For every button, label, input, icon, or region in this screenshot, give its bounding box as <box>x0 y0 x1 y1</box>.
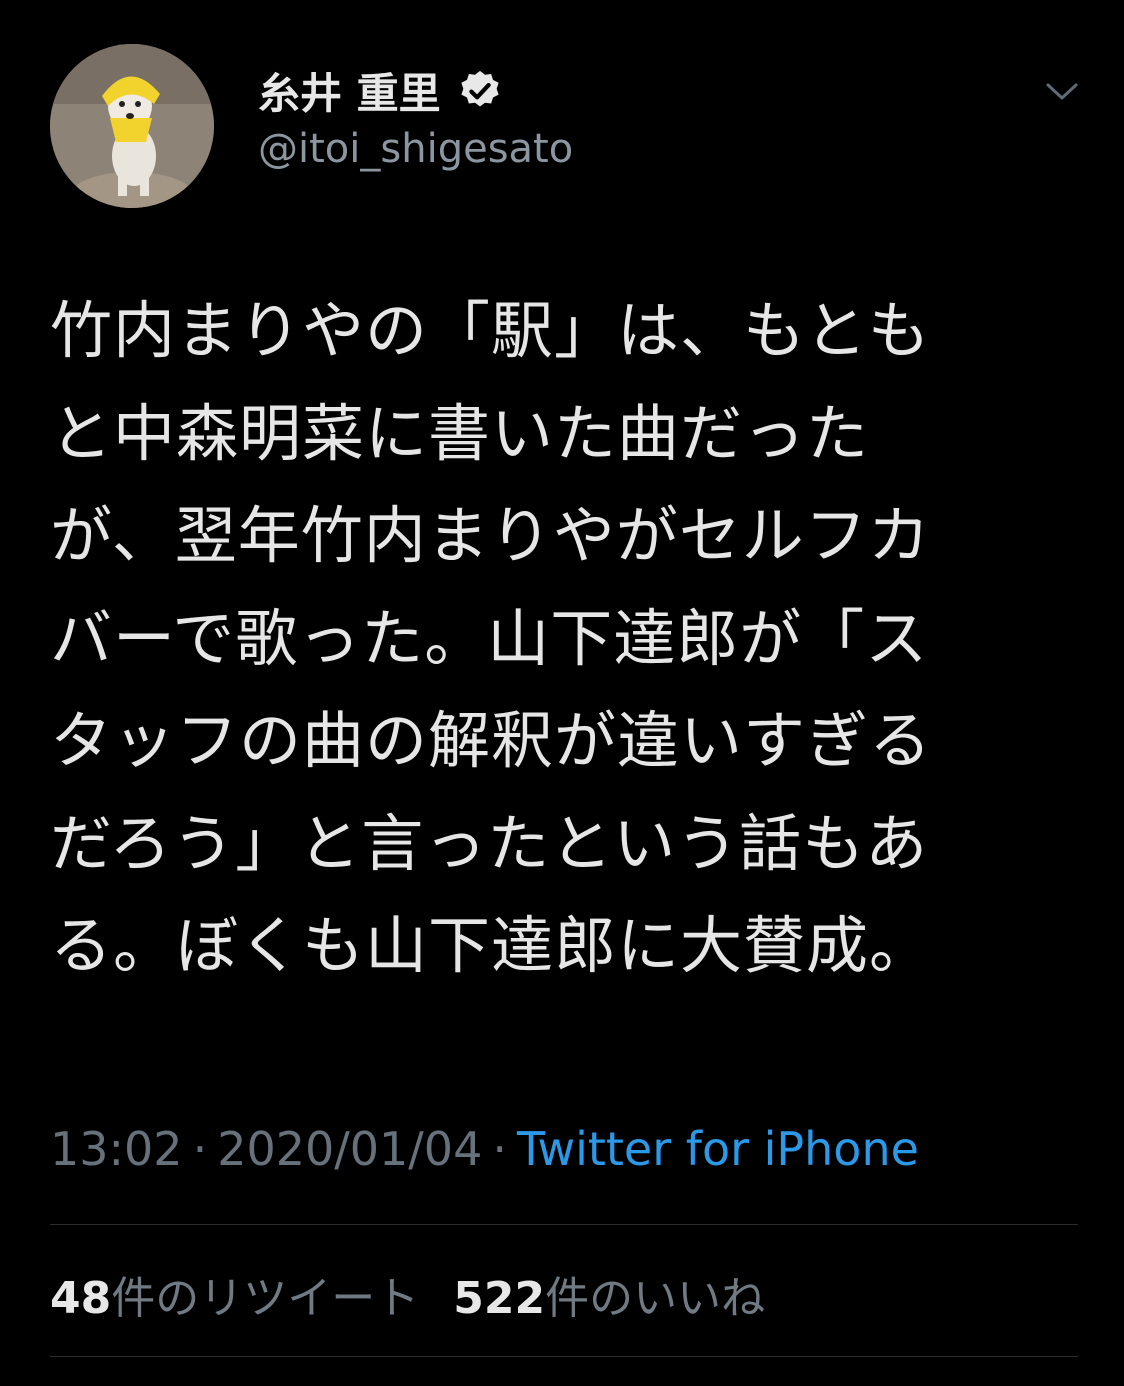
tweet-text: 竹内まりやの「駅」は、もとも と中森明菜に書いた曲だった が、翌年竹内まりやがセ… <box>50 280 1050 998</box>
verified-badge-icon <box>457 68 503 114</box>
divider <box>50 1224 1078 1225</box>
tweet-time: 13:02 <box>50 1122 183 1176</box>
user-name[interactable]: 糸井 重里 <box>258 60 441 121</box>
tweet-text-line: だろう」と言ったという話もあ <box>50 806 929 880</box>
more-options-button[interactable] <box>1040 70 1084 114</box>
tweet-detail: 糸井 重里 @itoi_shigesato 竹内まりやの「駅」は、もとも と中森… <box>0 0 1124 1386</box>
dog-avatar-image <box>50 44 214 208</box>
meta-separator: · <box>492 1122 507 1176</box>
tweet-text-line: 竹内まりやの「駅」は、もとも <box>50 294 931 367</box>
tweet-text-line: る。ぼくも山下達郎に大賛成。 <box>50 909 933 982</box>
likes-stat[interactable]: 522件のいいね <box>453 1273 765 1324</box>
retweets-stat[interactable]: 48件のリツイート <box>50 1273 419 1324</box>
user-handle[interactable]: @itoi_shigesato <box>258 126 573 172</box>
tweet-text-line: タッフの曲の解釈が違いすぎる <box>50 704 933 777</box>
likes-label: 件のいいね <box>545 1273 766 1324</box>
tweet-text-line: と中森明菜に書いた曲だった <box>50 396 870 470</box>
likes-count: 522 <box>453 1273 546 1324</box>
tweet-source-link[interactable]: Twitter for iPhone <box>517 1122 919 1176</box>
tweet-date: 2020/01/04 <box>217 1122 483 1176</box>
tweet-meta: 13:02 · 2020/01/04 · Twitter for iPhone <box>50 1122 919 1176</box>
user-name-row[interactable]: 糸井 重里 <box>258 60 503 121</box>
retweets-label: 件のリツイート <box>111 1273 420 1324</box>
tweet-text-line: バーで歌った。山下達郎が「ス <box>50 601 929 675</box>
divider <box>50 1356 1078 1357</box>
avatar[interactable] <box>50 44 214 208</box>
tweet-stats: 48件のリツイート 522件のいいね <box>50 1262 799 1326</box>
retweets-count: 48 <box>50 1273 112 1324</box>
chevron-down-icon <box>1046 83 1078 100</box>
meta-separator: · <box>192 1122 208 1176</box>
tweet-text-line: が、翌年竹内まりやがセルフカ <box>50 499 931 572</box>
